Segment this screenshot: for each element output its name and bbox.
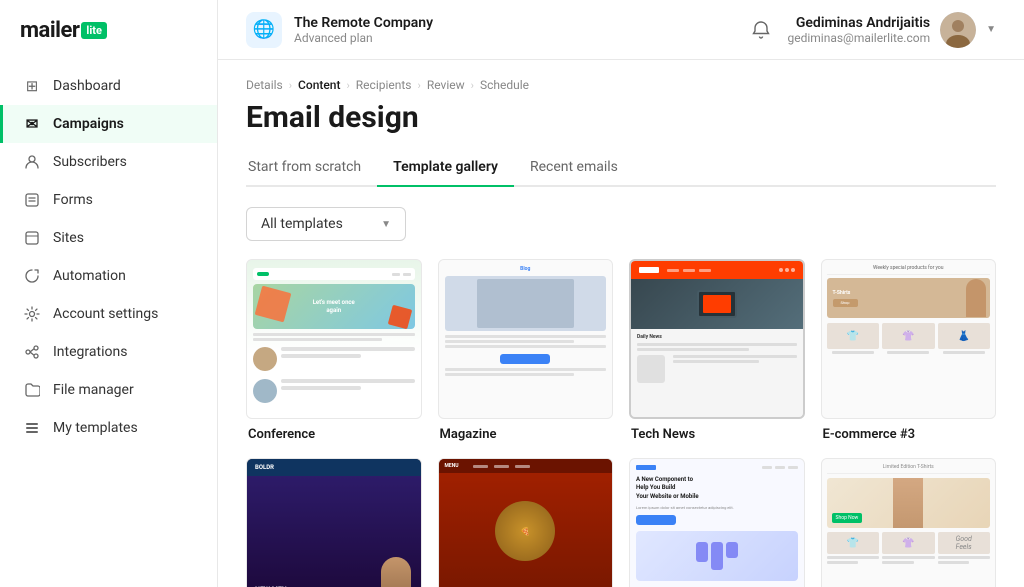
breadcrumb-content[interactable]: Content xyxy=(298,78,340,92)
logo-lite: lite xyxy=(81,22,107,39)
sidebar-item-label: Account settings xyxy=(53,306,158,322)
template-card-magazine[interactable]: Blog xyxy=(438,259,614,442)
sidebar-item-forms[interactable]: Forms xyxy=(0,181,217,219)
template-thumbnail-food: MENU 🍕 Discover a template xyxy=(438,458,614,587)
sidebar-item-subscribers[interactable]: Subscribers xyxy=(0,143,217,181)
template-card-fashion[interactable]: Limited Edition T-Shirts Shop Now 👕 xyxy=(821,458,997,587)
content-area: Details › Content › Recipients › Review … xyxy=(218,60,1024,587)
chevron-down-icon: ▼ xyxy=(381,219,391,230)
sidebar-logo: mailerlite xyxy=(0,0,217,59)
automation-icon xyxy=(23,267,41,285)
templates-filter: All templates ▼ xyxy=(246,207,996,241)
template-thumbnail-conference: Let's meet onceagain xyxy=(246,259,422,419)
dashboard-icon: ⊞ xyxy=(23,77,41,95)
company-icon: 🌐 xyxy=(246,12,282,48)
sidebar-item-label: Integrations xyxy=(53,344,127,360)
template-name-magazine: Magazine xyxy=(438,427,614,442)
topbar-left: 🌐 The Remote Company Advanced plan xyxy=(246,12,433,48)
template-thumbnail-ecommerce-3: Weekly special products for you T-Shirts… xyxy=(821,259,997,419)
template-card-fitness[interactable]: BOLDR NEW MENPRODUCTS Shop now Fitness xyxy=(246,458,422,587)
page-title: Email design xyxy=(246,100,996,135)
sidebar-item-automation[interactable]: Automation xyxy=(0,257,217,295)
sidebar-item-sites[interactable]: Sites xyxy=(0,219,217,257)
sidebar-item-label: My templates xyxy=(53,420,138,436)
sidebar-item-my-templates[interactable]: My templates xyxy=(0,409,217,447)
account-settings-icon xyxy=(23,305,41,323)
company-plan: Advanced plan xyxy=(294,31,433,45)
template-card-conference[interactable]: Let's meet onceagain xyxy=(246,259,422,442)
logo-text: mailer xyxy=(20,18,79,43)
tab-recent-emails[interactable]: Recent emails xyxy=(514,151,634,187)
sidebar-item-label: File manager xyxy=(53,382,134,398)
integrations-icon xyxy=(23,343,41,361)
main-content: 🌐 The Remote Company Advanced plan Gedim… xyxy=(218,0,1024,587)
tab-start-from-scratch[interactable]: Start from scratch xyxy=(246,151,377,187)
campaigns-icon: ✉ xyxy=(23,115,41,133)
template-name-tech-news: Tech News xyxy=(629,427,805,442)
sidebar-item-label: Forms xyxy=(53,192,93,208)
avatar xyxy=(940,12,976,48)
template-thumbnail-fashion: Limited Edition T-Shirts Shop Now 👕 xyxy=(821,458,997,587)
tabs: Start from scratch Template gallery Rece… xyxy=(246,151,996,187)
sidebar-item-integrations[interactable]: Integrations xyxy=(0,333,217,371)
breadcrumb-sep-3: › xyxy=(418,79,421,92)
topbar: 🌐 The Remote Company Advanced plan Gedim… xyxy=(218,0,1024,60)
breadcrumb-details[interactable]: Details xyxy=(246,78,283,92)
tab-template-gallery[interactable]: Template gallery xyxy=(377,151,514,187)
notifications-button[interactable] xyxy=(751,20,771,40)
sidebar-item-campaigns[interactable]: ✉ Campaigns xyxy=(0,105,217,143)
filter-label: All templates xyxy=(261,216,343,232)
user-details: Gediminas Andrijaitis gediminas@mailerli… xyxy=(787,15,930,45)
user-name: Gediminas Andrijaitis xyxy=(787,15,930,31)
template-card-tech-news[interactable]: Daily News xyxy=(629,259,805,442)
company-name: The Remote Company xyxy=(294,15,433,31)
sidebar-item-label: Campaigns xyxy=(53,116,124,132)
breadcrumb-review[interactable]: Review xyxy=(427,78,465,92)
sidebar: mailerlite ⊞ Dashboard ✉ Campaigns Subsc… xyxy=(0,0,218,587)
sidebar-item-label: Subscribers xyxy=(53,154,127,170)
template-card-ecommerce-3[interactable]: Weekly special products for you T-Shirts… xyxy=(821,259,997,442)
forms-icon xyxy=(23,191,41,209)
filter-dropdown[interactable]: All templates ▼ xyxy=(246,207,406,241)
my-templates-icon xyxy=(23,419,41,437)
template-thumbnail-tech-news: Daily News xyxy=(629,259,805,419)
breadcrumb: Details › Content › Recipients › Review … xyxy=(246,78,996,92)
sidebar-item-label: Automation xyxy=(53,268,126,284)
file-manager-icon xyxy=(23,381,41,399)
template-name-conference: Conference xyxy=(246,427,422,442)
sites-icon xyxy=(23,229,41,247)
user-info[interactable]: Gediminas Andrijaitis gediminas@mailerli… xyxy=(787,12,996,48)
sidebar-item-label: Sites xyxy=(53,230,84,246)
breadcrumb-recipients[interactable]: Recipients xyxy=(356,78,412,92)
templates-grid: Let's meet onceagain xyxy=(246,259,996,587)
topbar-right: Gediminas Andrijaitis gediminas@mailerli… xyxy=(751,12,996,48)
chevron-down-icon: ▼ xyxy=(986,24,996,35)
breadcrumb-sep-4: › xyxy=(471,79,474,92)
company-info: The Remote Company Advanced plan xyxy=(294,15,433,45)
template-thumbnail-fitness: BOLDR NEW MENPRODUCTS Shop now xyxy=(246,458,422,587)
template-name-ecommerce-3: E-commerce #3 xyxy=(821,427,997,442)
template-thumbnail-magazine: Blog xyxy=(438,259,614,419)
template-card-food[interactable]: MENU 🍕 Discover a template xyxy=(438,458,614,587)
breadcrumb-sep-2: › xyxy=(346,79,349,92)
template-thumbnail-saas: A New Component toHelp You BuildYour Web… xyxy=(629,458,805,587)
template-card-saas[interactable]: A New Component toHelp You BuildYour Web… xyxy=(629,458,805,587)
breadcrumb-schedule[interactable]: Schedule xyxy=(480,78,529,92)
user-email: gediminas@mailerlite.com xyxy=(787,31,930,45)
sidebar-nav: ⊞ Dashboard ✉ Campaigns Subscribers Form… xyxy=(0,59,217,587)
sidebar-item-account-settings[interactable]: Account settings xyxy=(0,295,217,333)
sidebar-item-label: Dashboard xyxy=(53,78,121,94)
breadcrumb-sep-1: › xyxy=(289,79,292,92)
subscribers-icon xyxy=(23,153,41,171)
sidebar-item-dashboard[interactable]: ⊞ Dashboard xyxy=(0,67,217,105)
sidebar-item-file-manager[interactable]: File manager xyxy=(0,371,217,409)
